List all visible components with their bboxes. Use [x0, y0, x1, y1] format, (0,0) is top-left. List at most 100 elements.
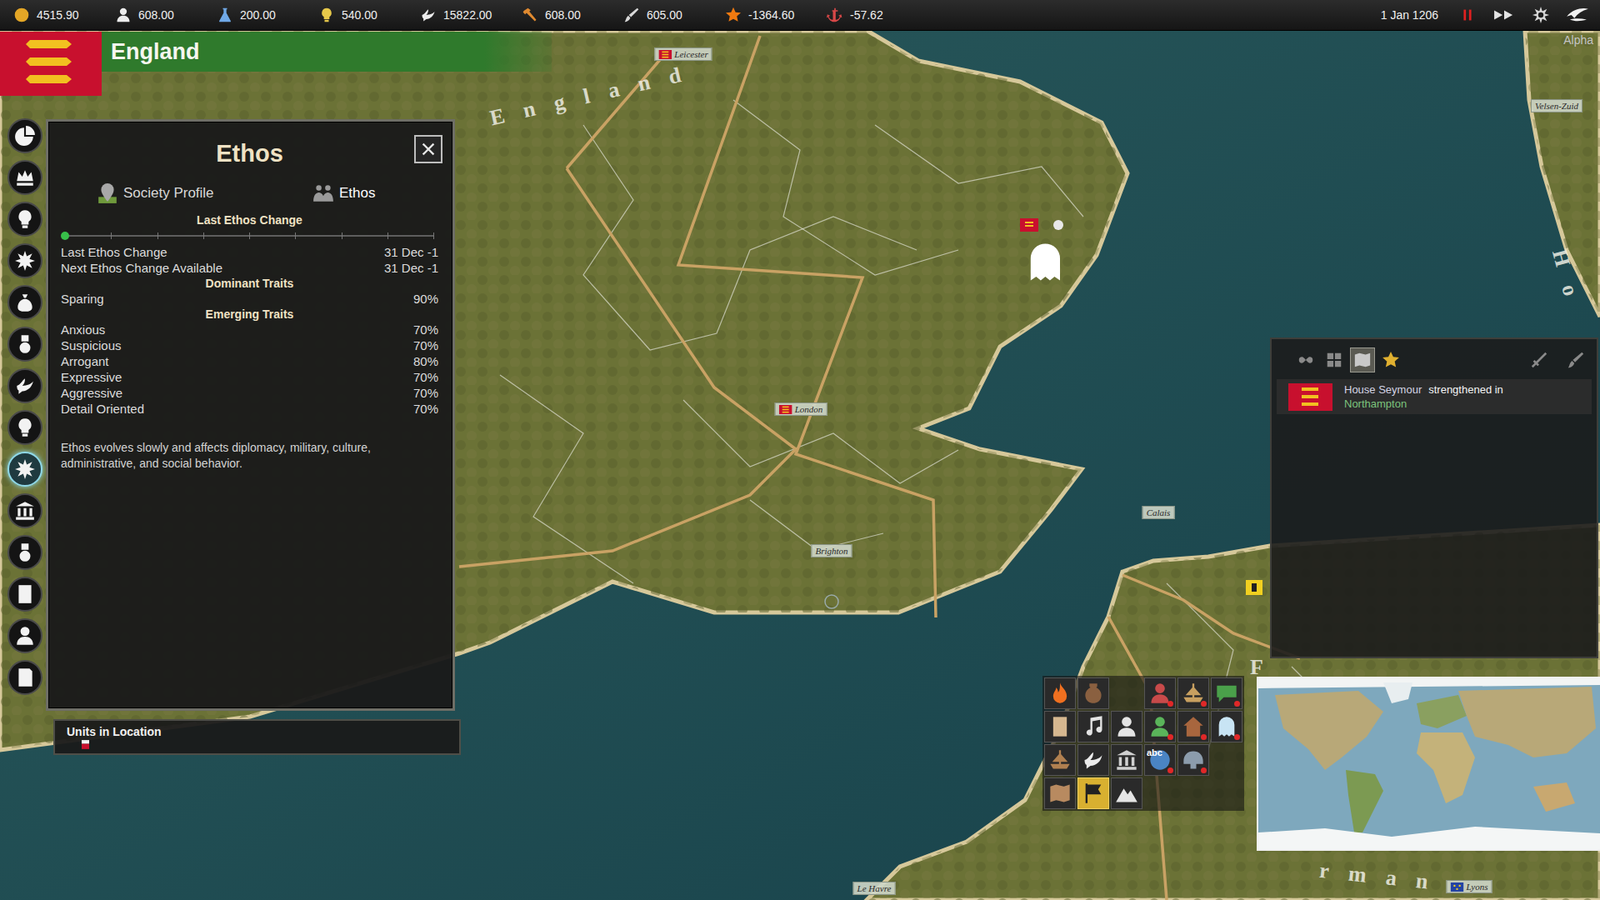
- filter-button[interactable]: [1293, 347, 1319, 373]
- trait-row[interactable]: Detail Oriented70%: [60, 400, 439, 417]
- resource-counter[interactable]: 540.00: [318, 6, 420, 24]
- filter-button[interactable]: [1321, 347, 1347, 373]
- action-button[interactable]: [1044, 677, 1076, 710]
- gear-icon[interactable]: [1531, 5, 1550, 25]
- tool-button[interactable]: [1526, 347, 1552, 373]
- trait-row[interactable]: Expressive70%: [60, 369, 439, 385]
- ethos-slider[interactable]: [65, 227, 435, 245]
- action-button[interactable]: [1177, 677, 1210, 710]
- tool-button[interactable]: [1563, 347, 1589, 373]
- tab[interactable]: Ethos: [250, 178, 440, 209]
- filter-button[interactable]: [1350, 347, 1375, 373]
- resource-counter[interactable]: -57.62: [826, 6, 929, 24]
- trait-row[interactable]: Aggressive70%: [60, 385, 439, 401]
- city-label[interactable]: Brighton: [810, 544, 852, 558]
- trait-row[interactable]: Arrogant80%: [60, 353, 439, 370]
- world-minimap: [1258, 678, 1600, 850]
- city-label[interactable]: Lyons: [1446, 880, 1493, 894]
- sidebar-item[interactable]: [7, 118, 43, 154]
- region-label: F: [1250, 655, 1283, 680]
- action-button[interactable]: [1077, 677, 1110, 710]
- pause-icon[interactable]: [1458, 5, 1477, 25]
- sidebar-item[interactable]: [7, 535, 43, 570]
- minimap[interactable]: [1258, 678, 1600, 850]
- resource-counter[interactable]: 605.00: [623, 6, 725, 24]
- trait-row[interactable]: Anxious70%: [60, 321, 439, 338]
- money-icon: [14, 291, 36, 314]
- pie-icon: [14, 125, 36, 147]
- sidebar-item[interactable]: [7, 576, 43, 612]
- road: [678, 35, 936, 618]
- land[interactable]: [0, 30, 1128, 750]
- action-button[interactable]: [1110, 710, 1143, 743]
- slider-tick: [387, 232, 389, 240]
- sidebar-item[interactable]: [7, 201, 43, 237]
- science-icon: [216, 6, 234, 24]
- action-button[interactable]: [1210, 677, 1243, 710]
- action-button[interactable]: [1144, 710, 1176, 743]
- sidebar-item[interactable]: [7, 160, 43, 195]
- resource-counter[interactable]: 15822.00: [420, 6, 522, 24]
- city-label[interactable]: Le Havre: [853, 881, 896, 895]
- action-button[interactable]: [1177, 744, 1210, 776]
- city-label[interactable]: Velsen-Zuid: [1530, 99, 1583, 113]
- slider-handle[interactable]: [60, 231, 70, 240]
- city-label[interactable]: London: [775, 402, 828, 416]
- resource-counter[interactable]: -1364.60: [725, 6, 827, 24]
- close-button[interactable]: [414, 135, 443, 164]
- fast-forward-icon[interactable]: [1491, 5, 1517, 25]
- action-button[interactable]: [1110, 777, 1143, 810]
- action-button[interactable]: [1044, 777, 1076, 810]
- brush-icon: [1566, 350, 1585, 370]
- england-flag-icon: [658, 50, 672, 60]
- unit-marker[interactable]: [1020, 218, 1064, 280]
- resource-counter[interactable]: 4515.90: [13, 6, 115, 24]
- action-button[interactable]: [1110, 744, 1143, 776]
- event-item[interactable]: House Seymourstrengthened inNorthampton: [1276, 379, 1592, 415]
- action-button[interactable]: [1044, 744, 1076, 776]
- trait-row[interactable]: Suspicious70%: [60, 337, 439, 354]
- action-button[interactable]: [1210, 710, 1243, 743]
- action-button[interactable]: [1144, 677, 1176, 710]
- units-title: Units in Location: [66, 725, 162, 739]
- map-icon: [1048, 781, 1072, 805]
- action-button[interactable]: abc: [1144, 744, 1176, 776]
- province-border: [733, 100, 959, 275]
- filter-button[interactable]: [1378, 347, 1404, 373]
- action-button[interactable]: [1177, 710, 1210, 743]
- resource-counter[interactable]: 608.00: [115, 6, 217, 24]
- resource-counter[interactable]: 200.00: [216, 6, 319, 24]
- sidebar-item[interactable]: [7, 285, 43, 320]
- alert-dot: [1200, 767, 1207, 774]
- sidebar-item[interactable]: [7, 368, 43, 404]
- burst-icon: [14, 458, 36, 480]
- city-label[interactable]: Leicester: [654, 47, 712, 61]
- city-label[interactable]: Calais: [1142, 505, 1175, 520]
- port-icon[interactable]: [825, 595, 839, 609]
- sidebar-item[interactable]: [7, 493, 43, 529]
- sidebar-item[interactable]: [7, 410, 43, 445]
- sidebar-item[interactable]: [7, 618, 43, 654]
- sidebar-item[interactable]: [7, 660, 43, 695]
- action-button[interactable]: [1077, 744, 1110, 776]
- england-flag-icon: [779, 405, 793, 415]
- sword-icon: [1530, 350, 1549, 370]
- action-button[interactable]: [1077, 710, 1110, 743]
- sidebar: [7, 118, 43, 695]
- action-row: [1044, 677, 1243, 710]
- action-button[interactable]: [1044, 710, 1076, 743]
- map-icon: [96, 182, 119, 205]
- nation-banner[interactable]: England: [0, 31, 552, 96]
- resource-counter[interactable]: 608.00: [521, 6, 624, 24]
- logo-icon[interactable]: [1565, 5, 1590, 25]
- sidebar-item[interactable]: [7, 326, 43, 362]
- trait-row[interactable]: Sparing90%: [60, 290, 439, 307]
- tab[interactable]: Society Profile: [60, 178, 250, 209]
- sidebar-item[interactable]: [7, 451, 43, 487]
- alert-dot: [1167, 700, 1174, 707]
- unit-flag-icon[interactable]: [81, 740, 90, 750]
- action-button[interactable]: [1077, 777, 1110, 810]
- flanders-flag-icon[interactable]: [1245, 580, 1263, 595]
- sidebar-item[interactable]: [7, 243, 43, 279]
- alert-dot: [1234, 700, 1240, 707]
